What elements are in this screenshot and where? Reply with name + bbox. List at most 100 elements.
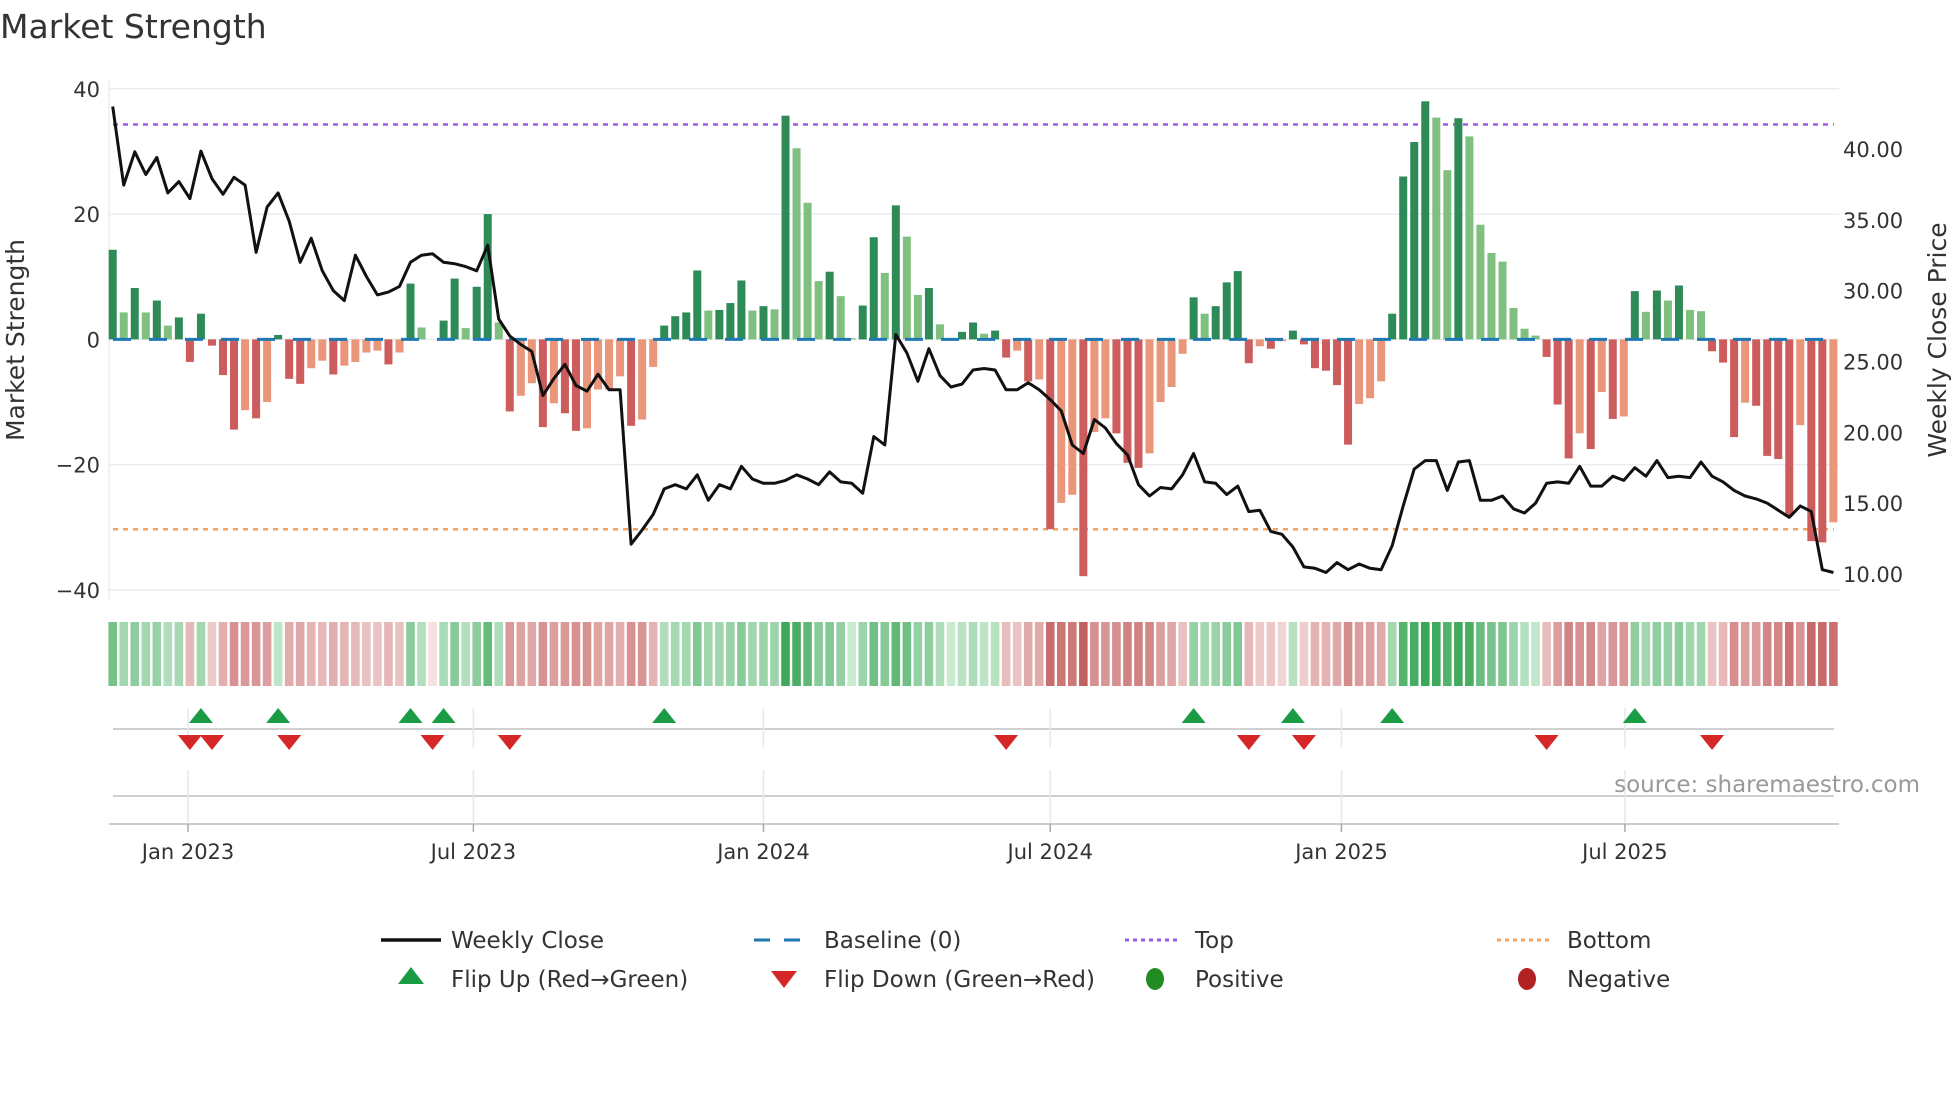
strip-cell xyxy=(1785,622,1794,686)
strip-cell xyxy=(682,622,691,686)
strength-bar xyxy=(1101,339,1109,418)
strength-bar xyxy=(748,311,756,340)
legend-item-positive: Positive xyxy=(1146,967,1284,993)
strip-cell xyxy=(1553,622,1562,686)
strip-cell xyxy=(175,622,184,686)
strip-cell xyxy=(847,622,856,686)
strength-bar xyxy=(484,214,492,339)
strength-bar xyxy=(384,339,392,364)
strength-bar xyxy=(1432,118,1440,340)
strip-cell xyxy=(1730,622,1739,686)
strength-bar xyxy=(175,317,183,339)
flip-up-marker xyxy=(1281,708,1305,723)
strength-bar xyxy=(826,272,834,340)
strength-bar xyxy=(594,339,602,389)
legend-item-flip-down: Flip Down (Green→Red) xyxy=(771,967,1095,993)
x-tick-label: Jan 2025 xyxy=(1293,840,1388,864)
strip-cell xyxy=(770,622,779,686)
strip-cell xyxy=(1719,622,1728,686)
strength-bar xyxy=(153,301,161,340)
strip-cell xyxy=(417,622,426,686)
strength-bar xyxy=(1123,339,1131,462)
strip-cell xyxy=(1741,622,1750,686)
strength-bar xyxy=(285,339,293,378)
strength-bar xyxy=(208,339,216,345)
strip-cell xyxy=(351,622,360,686)
strip-cell xyxy=(1575,622,1584,686)
strength-bar xyxy=(1708,339,1716,351)
y2-tick-label: 35.00 xyxy=(1843,209,1903,233)
strength-bar xyxy=(296,339,304,383)
strip-cell xyxy=(1597,622,1606,686)
strip-cell xyxy=(472,622,481,686)
strength-bar xyxy=(1686,310,1694,339)
strength-bar xyxy=(1465,136,1473,339)
strip-cell xyxy=(616,622,625,686)
strip-cell xyxy=(1421,622,1430,686)
strip-cell xyxy=(759,622,768,686)
y2-tick-label: 15.00 xyxy=(1843,492,1903,516)
strength-bar xyxy=(870,237,878,339)
strip-cell xyxy=(726,622,735,686)
strip-cell xyxy=(1608,622,1617,686)
circle-icon xyxy=(1518,968,1536,990)
strip-cell xyxy=(550,622,559,686)
strength-bar xyxy=(726,303,734,339)
y-tick-label: −40 xyxy=(56,579,100,603)
strength-bar xyxy=(1642,312,1650,340)
flip-down-marker xyxy=(498,735,522,750)
strip-cell xyxy=(141,622,150,686)
strength-bar xyxy=(1190,297,1198,339)
strip-cell xyxy=(1013,622,1022,686)
strength-bar xyxy=(693,270,701,339)
strength-bar xyxy=(1355,339,1363,404)
strip-cell xyxy=(263,622,272,686)
strength-bar xyxy=(1366,339,1374,398)
strength-bar xyxy=(407,284,415,340)
strip-cell xyxy=(1366,622,1375,686)
strength-bar xyxy=(1311,339,1319,368)
strip-cell xyxy=(737,622,746,686)
strength-bar xyxy=(329,339,337,374)
strip-cell xyxy=(1763,622,1772,686)
strip-cell xyxy=(803,622,812,686)
strength-bar xyxy=(252,339,260,418)
strength-bar xyxy=(1443,170,1451,339)
y2-tick-label: 30.00 xyxy=(1843,280,1903,304)
x-tick-label: Jan 2023 xyxy=(140,840,235,864)
strip-cell xyxy=(384,622,393,686)
legend-label: Weekly Close xyxy=(451,928,604,954)
strength-bar xyxy=(1785,339,1793,516)
strip-cell xyxy=(307,622,316,686)
strip-cell xyxy=(858,622,867,686)
chart-title: Market Strength xyxy=(0,7,267,46)
strip-cell xyxy=(792,622,801,686)
strength-bar xyxy=(451,279,459,340)
flip-up-marker xyxy=(266,708,290,723)
strip-cell xyxy=(1101,622,1110,686)
strength-bar xyxy=(1719,339,1727,362)
strip-cell xyxy=(594,622,603,686)
strength-bar xyxy=(1697,311,1705,339)
strip-cell xyxy=(1300,622,1309,686)
strength-bar xyxy=(318,339,326,360)
x-tick-label: Jul 2023 xyxy=(429,840,516,864)
strength-bar xyxy=(142,312,150,339)
strip-cell xyxy=(539,622,548,686)
strip-cell xyxy=(914,622,923,686)
strength-bar xyxy=(1752,339,1760,405)
strip-cell xyxy=(1498,622,1507,686)
strength-bar xyxy=(1774,339,1782,459)
strength-bar xyxy=(616,339,624,376)
strip-cell xyxy=(583,622,592,686)
strip-cell xyxy=(1134,622,1143,686)
strip-cell xyxy=(936,622,945,686)
strength-bar xyxy=(1134,339,1142,467)
strength-bar xyxy=(715,310,723,339)
strength-bar xyxy=(969,322,977,339)
strip-cell xyxy=(1046,622,1055,686)
legend-item-baseline: Baseline (0) xyxy=(754,928,961,954)
strip-cell xyxy=(1256,622,1265,686)
strip-cell xyxy=(1024,622,1033,686)
strength-bar xyxy=(1256,339,1264,346)
